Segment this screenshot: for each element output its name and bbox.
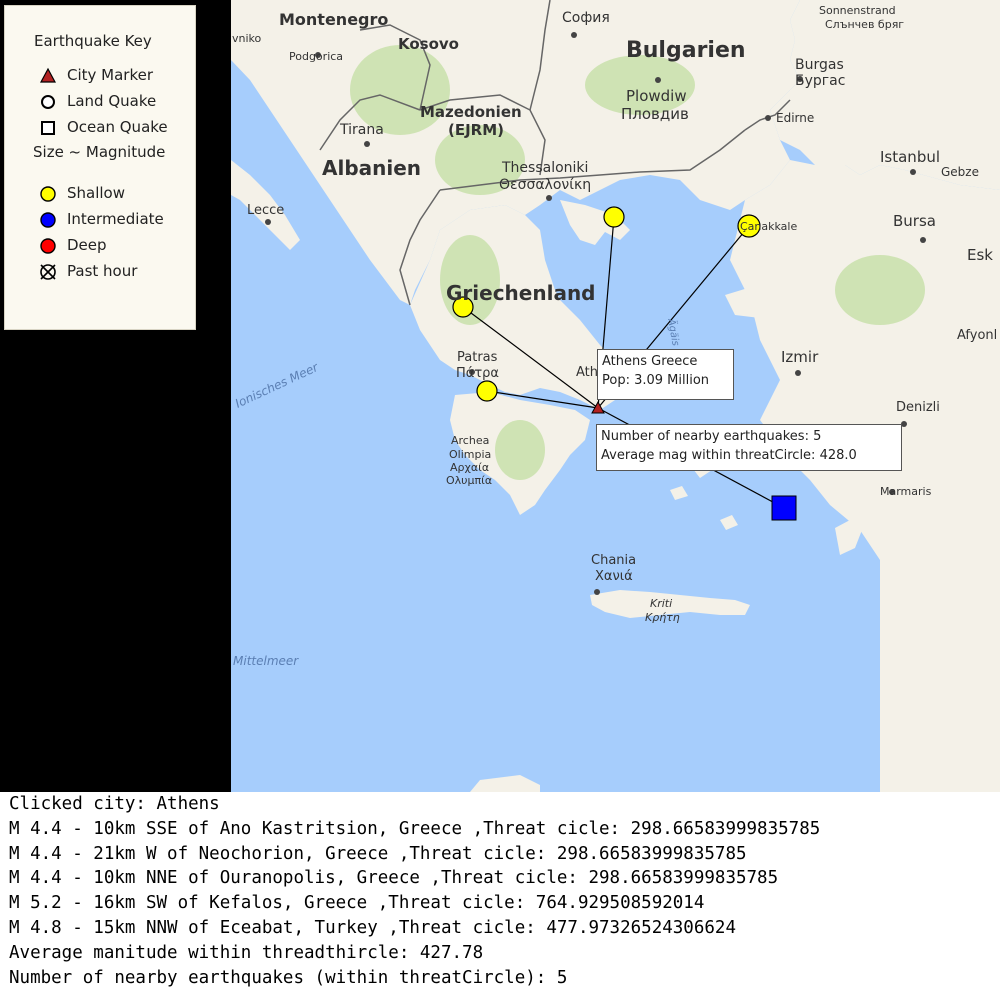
key-depth-label: Intermediate: [67, 210, 164, 228]
map-label-gebze: Gebze: [941, 165, 979, 179]
key-past-hour: Past hour: [5, 259, 195, 283]
map-label-chania-gr: Χανιά: [595, 569, 633, 584]
map-label-kosovo: Kosovo: [398, 35, 459, 53]
key-depth-label: Shallow: [67, 184, 126, 202]
console-line: Number of nearby earthquakes (within thr…: [9, 967, 568, 988]
map-label-archea: Archea: [451, 434, 490, 447]
key-depth-label: Deep: [67, 236, 107, 254]
key-depth-deep: Deep: [5, 233, 195, 257]
map-label-afyon: Afyonl: [957, 328, 998, 343]
key-size-note: Size ~ Magnitude: [33, 143, 166, 161]
triangle-icon: [39, 67, 57, 83]
map-label-tirana: Tirana: [340, 122, 384, 138]
yellow-circle-icon: [40, 186, 56, 202]
earthquake-map-app: Montenegro vniko Kosovo София Bulgarien …: [0, 0, 1000, 1000]
threat-tooltip: Number of nearby earthquakes: 5 Average …: [596, 424, 902, 471]
console-line: M 4.4 - 21km W of Neochorion, Greece ,Th…: [9, 843, 747, 864]
quake-marker-shallow[interactable]: [476, 380, 498, 402]
map-label-canakkale: Çanakkale: [740, 220, 798, 233]
map-label-vniko: vniko: [232, 32, 262, 45]
city-dot-sofia: [571, 32, 577, 38]
map-label-albanien: Albanien: [322, 156, 422, 180]
map-label-patras-gr: Πάτρα: [456, 366, 499, 381]
key-item-label: City Marker: [67, 66, 154, 84]
console-line: Average manitude within threadthircle: 4…: [9, 942, 484, 963]
key-depth-intermediate: Intermediate: [5, 207, 195, 231]
map-label-ejrm: (EJRM): [448, 121, 505, 139]
city-dot-thessaloniki: [546, 195, 552, 201]
forest-anatolia: [835, 255, 925, 325]
key-item-label: Land Quake: [67, 92, 157, 110]
key-item-label: Ocean Quake: [67, 118, 168, 136]
map-label-burgas-cyr: Бургас: [795, 73, 846, 89]
map-label-burgas: Burgas: [795, 57, 844, 73]
map-label-sonnenstrand-cyr: Слънчев бряг: [825, 18, 905, 31]
city-dot-chania: [594, 589, 600, 595]
console-line: Clicked city: Athens: [9, 794, 220, 814]
city-tooltip-population: Pop: 3.09 Million: [602, 373, 710, 388]
map-label-olympia: Ολυμπία: [446, 474, 493, 487]
key-item-land-quake: Land Quake: [5, 89, 195, 113]
threat-tooltip-average: Average mag within threatCircle: 428.0: [601, 448, 857, 463]
map-label-podgorica: Podgorica: [289, 50, 344, 63]
console-line: M 4.4 - 10km SSE of Ano Kastritsion, Gre…: [9, 818, 821, 839]
map-label-sonnenstrand: Sonnenstrand: [819, 4, 896, 17]
map-label-izmir: Izmir: [781, 348, 819, 366]
key-past-hour-label: Past hour: [67, 262, 138, 280]
map-label-patras: Patras: [457, 350, 498, 365]
blue-circle-icon: [40, 212, 56, 228]
map-label-thessaloniki-gr: Θεσσαλονίκη: [499, 177, 592, 193]
circle-icon: [41, 95, 55, 109]
map-label-esk: Esk: [967, 246, 993, 264]
map-label-thessaloniki: Thessaloniki: [502, 160, 589, 176]
city-tooltip-name: Athens Greece: [602, 354, 698, 369]
key-title: Earthquake Key: [34, 32, 152, 50]
map-label-kriti-gr: Κρήτη: [645, 611, 680, 624]
console-line: M 4.8 - 15km NNW of Eceabat, Turkey ,Thr…: [9, 917, 736, 938]
city-dot-tirana: [364, 141, 370, 147]
console-line: M 4.4 - 10km NNE of Ouranopolis, Greece …: [9, 868, 779, 889]
city-dot-lecce: [265, 219, 271, 225]
map-label-plowdiw: Plowdiw: [626, 87, 687, 105]
map-label-ath: Ath: [576, 365, 599, 380]
city-dot-istanbul: [910, 169, 916, 175]
map-label-archaia: Αρχαία: [450, 461, 490, 474]
map-label-lecce: Lecce: [247, 203, 285, 218]
key-item-ocean-quake: Ocean Quake: [5, 115, 195, 139]
console-output: Clicked city: Athens M 4.4 - 10km SSE of…: [0, 792, 1000, 1000]
map-label-bulgarien: Bulgarien: [626, 38, 746, 63]
map-canvas[interactable]: Montenegro vniko Kosovo София Bulgarien …: [0, 0, 1000, 792]
map-label-bursa: Bursa: [893, 212, 936, 230]
map-label-olimpia: Olimpia: [449, 448, 492, 461]
map-label-plovdiv-cyr: Пловдив: [621, 105, 689, 123]
key-item-city-marker: City Marker: [5, 63, 195, 87]
city-dot-edirne: [765, 115, 771, 121]
map-label-istanbul: Istanbul: [880, 148, 941, 166]
map-label-mittelmeer: Mittelmeer: [233, 654, 299, 668]
city-tooltip: Athens Greece Pop: 3.09 Million: [597, 349, 734, 400]
map-label-sofia: София: [562, 10, 610, 26]
map-label-denizli: Denizli: [896, 400, 940, 415]
key-depth-shallow: Shallow: [5, 181, 195, 205]
map-label-kriti: Kriti: [650, 597, 673, 610]
red-circle-icon: [40, 238, 56, 254]
map-label-griechenland: Griechenland: [446, 281, 596, 305]
map-label-chania: Chania: [591, 553, 637, 568]
quake-marker-shallow[interactable]: [603, 206, 625, 228]
console-line: M 5.2 - 16km SW of Kefalos, Greece ,Thre…: [9, 893, 705, 914]
city-dot-plovdiv: [655, 77, 661, 83]
forest-peloponnese: [495, 420, 545, 480]
city-dot-izmir: [795, 370, 801, 376]
crossed-circle-icon: [40, 264, 56, 280]
earthquake-key-panel: Earthquake Key City Marker Land Quake Oc…: [4, 5, 196, 330]
map-label-edirne: Edirne: [776, 111, 815, 125]
map-label-montenegro: Montenegro: [279, 10, 389, 29]
threat-tooltip-count: Number of nearby earthquakes: 5: [601, 429, 822, 444]
quake-marker-ocean-intermediate[interactable]: [771, 495, 797, 521]
map-label-mazedonien: Mazedonien: [420, 103, 522, 121]
city-dot-bursa: [920, 237, 926, 243]
square-icon: [41, 121, 55, 135]
map-label-marmaris: Marmaris: [880, 485, 932, 498]
